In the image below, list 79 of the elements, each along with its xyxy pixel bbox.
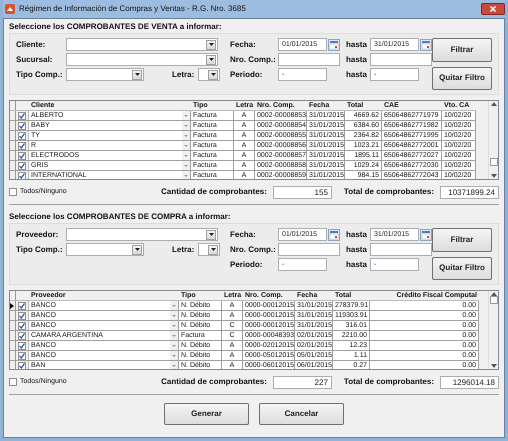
dropdown-field[interactable] — [66, 228, 218, 241]
checkbox[interactable] — [18, 352, 26, 360]
field-label: hasta — [346, 244, 368, 256]
checkbox[interactable] — [18, 312, 26, 320]
field-label: Nro. Comp.: — [230, 54, 277, 66]
checkbox[interactable] — [18, 132, 26, 140]
total-label: Total de comprobantes: — [344, 186, 434, 198]
checkbox[interactable] — [18, 302, 26, 310]
field-label: hasta — [346, 68, 368, 80]
close-button[interactable] — [481, 3, 505, 15]
field-label: Sucursal: — [16, 54, 54, 66]
checkbox[interactable] — [18, 332, 26, 340]
action-button[interactable]: Quitar Filtro — [432, 66, 492, 90]
field-label: Tipo Comp.: — [16, 244, 64, 256]
checkbox[interactable] — [18, 172, 26, 179]
dropdown-field[interactable] — [66, 38, 218, 51]
scroll-up-icon[interactable] — [490, 102, 496, 106]
calendar-icon[interactable] — [328, 38, 340, 50]
input-field[interactable]: 227 — [272, 376, 332, 388]
section-heading: Seleccione los COMPROBANTES DE COMPRA a informar: — [9, 211, 232, 223]
checkbox[interactable] — [18, 322, 26, 330]
field-label: hasta — [346, 54, 368, 66]
checkbox[interactable] — [18, 122, 26, 130]
input-field[interactable] — [370, 53, 432, 66]
action-button[interactable]: Filtrar — [432, 228, 492, 252]
field-label: hasta — [346, 258, 368, 270]
field-label: Fecha: — [230, 38, 257, 50]
checkbox[interactable] — [9, 188, 17, 196]
action-button[interactable]: Generar — [164, 403, 249, 425]
calendar-icon[interactable] — [328, 228, 340, 240]
scrollbar[interactable] — [488, 291, 498, 369]
input-field[interactable]: 1296014.18 — [440, 376, 499, 388]
scroll-down-icon[interactable] — [490, 364, 496, 368]
close-icon — [490, 6, 496, 12]
dropdown-field[interactable] — [198, 68, 220, 81]
action-button[interactable]: Quitar Filtro — [432, 256, 492, 280]
scroll-thumb[interactable] — [490, 158, 498, 166]
total-label: Total de comprobantes: — [344, 376, 434, 388]
count-label: Cantidad de comprobantes: — [161, 186, 267, 198]
input-field[interactable] — [278, 243, 340, 256]
dropdown-field[interactable] — [198, 243, 220, 256]
window-title: Régimen de Información de Compras y Ventas - R.G. Nro. 3685 — [19, 3, 246, 15]
input-field[interactable] — [370, 243, 432, 256]
field-label: Nro. Comp.: — [230, 244, 277, 256]
calendar-icon[interactable] — [420, 38, 432, 50]
dropdown-field[interactable] — [66, 68, 144, 81]
field-label: Periodo: — [230, 258, 264, 270]
checkbox[interactable] — [9, 378, 17, 386]
current-row-icon — [10, 302, 14, 308]
scroll-thumb[interactable] — [490, 296, 498, 304]
scrollbar[interactable] — [488, 101, 498, 179]
checkbox[interactable] — [18, 342, 26, 350]
dropdown-field[interactable] — [66, 53, 218, 66]
app-icon — [5, 4, 15, 14]
field-label: hasta — [346, 38, 368, 50]
field-label: Letra: — [172, 68, 196, 80]
field-label: Tipo Comp.: — [16, 68, 64, 80]
field-label: hasta — [346, 228, 368, 240]
row-selector[interactable] — [10, 301, 16, 310]
calendar-icon[interactable] — [420, 228, 432, 240]
action-button[interactable]: Cancelar — [259, 403, 344, 425]
section-heading: Seleccione los COMPROBANTES DE VENTA a informar: — [9, 21, 222, 33]
field-label: Cliente: — [16, 38, 46, 50]
count-label: Cantidad de comprobantes: — [161, 376, 267, 388]
input-field[interactable]: 10371899.24 — [440, 186, 499, 198]
checkbox[interactable] — [18, 152, 26, 160]
scroll-down-icon[interactable] — [490, 174, 496, 178]
action-button[interactable]: Filtrar — [432, 38, 492, 62]
field-label: Proveedor: — [16, 228, 60, 240]
field-label: Fecha: — [230, 228, 257, 240]
field-label: Letra: — [172, 244, 196, 256]
checkbox[interactable] — [18, 162, 26, 170]
input-field[interactable]: 155 — [272, 186, 332, 198]
checkbox[interactable] — [18, 112, 26, 120]
checkbox[interactable] — [18, 142, 26, 150]
field-label: Periodo: — [230, 68, 264, 80]
dropdown-field[interactable] — [66, 243, 144, 256]
input-field[interactable] — [278, 53, 340, 66]
checkbox[interactable] — [18, 362, 26, 369]
